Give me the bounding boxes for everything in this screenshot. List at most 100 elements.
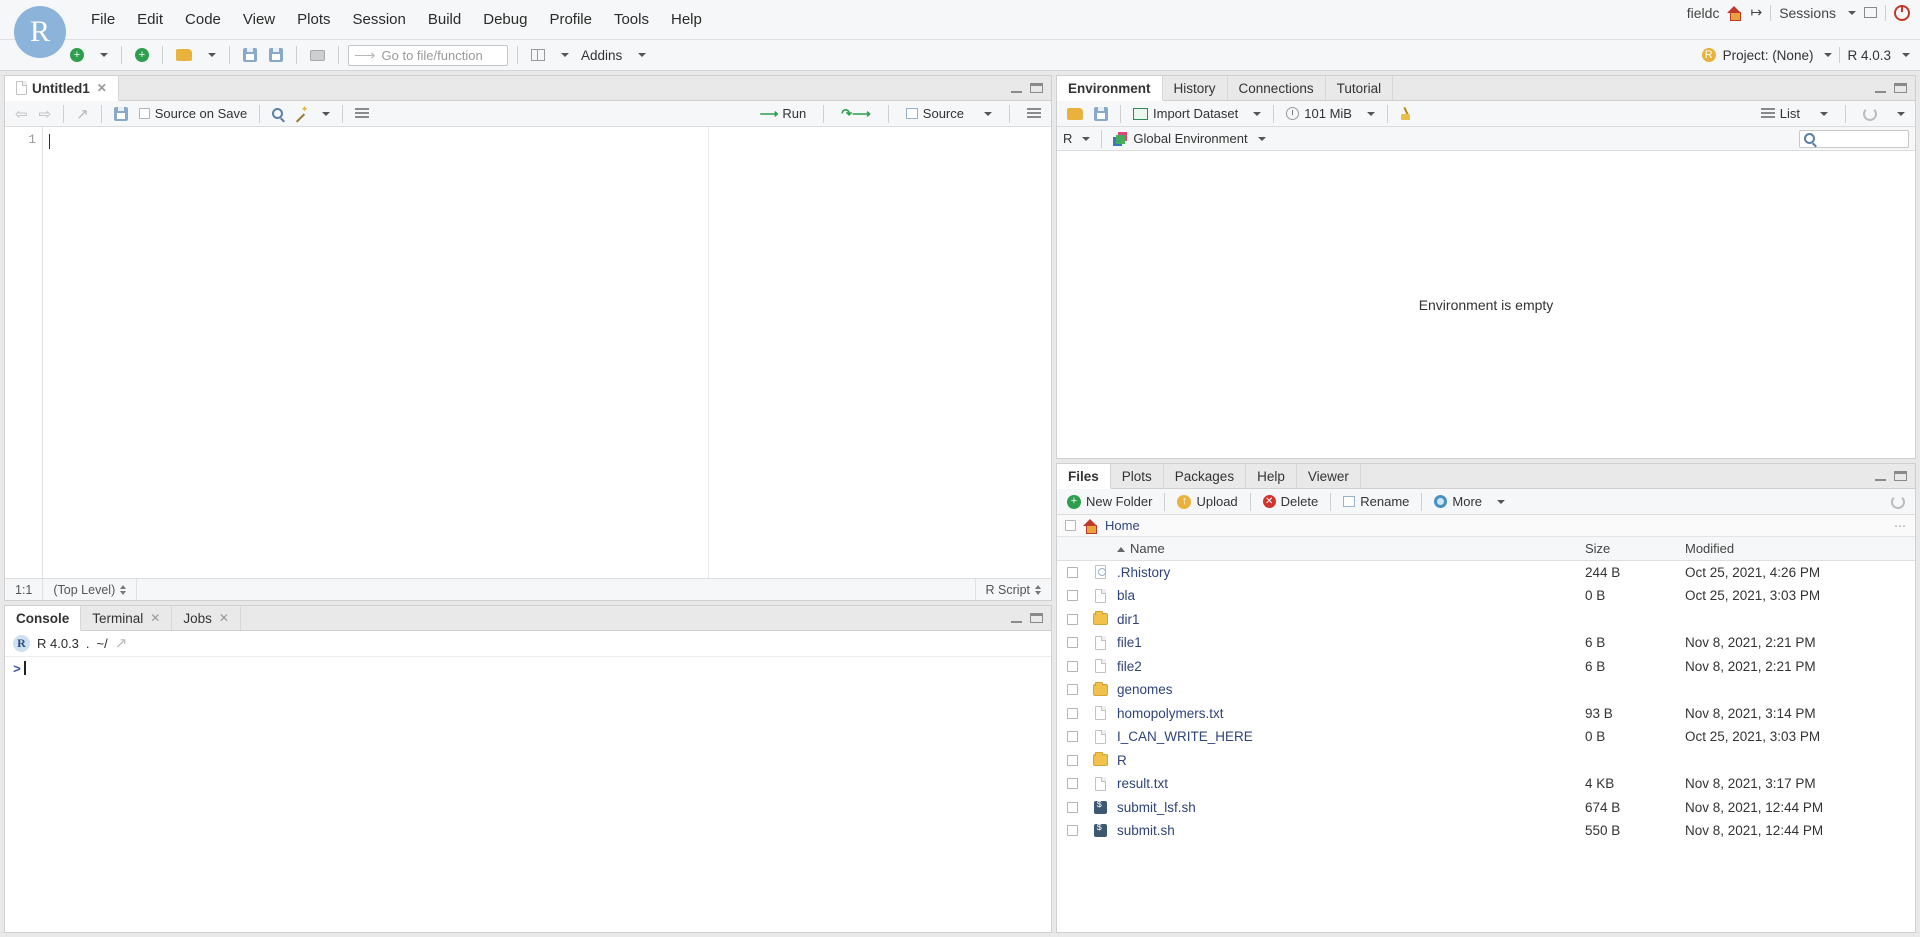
file-name[interactable]: result.txt xyxy=(1113,776,1585,791)
print-button[interactable] xyxy=(306,48,329,63)
delete-button[interactable]: ✕ Delete xyxy=(1259,492,1323,511)
minimize-icon[interactable] xyxy=(1011,84,1022,93)
global-environment-label[interactable]: Global Environment xyxy=(1133,131,1247,146)
tab-connections[interactable]: Connections xyxy=(1228,76,1326,100)
workspace-panes-dropdown[interactable] xyxy=(553,51,573,59)
table-row[interactable]: submit.sh550 B Nov 8, 2021, 12:44 PM xyxy=(1057,819,1915,843)
code-tools-button[interactable] xyxy=(290,104,311,122)
goto-file-function-input[interactable]: ⟶ Go to file/function xyxy=(348,44,508,66)
rename-button[interactable]: Rename xyxy=(1339,492,1413,511)
show-in-new-window-button[interactable]: ↗ xyxy=(72,103,93,125)
new-session-icon[interactable] xyxy=(1864,7,1877,18)
file-name[interactable]: homopolymers.txt xyxy=(1113,706,1585,721)
menu-edit[interactable]: Edit xyxy=(126,8,174,31)
back-button[interactable]: ⇦ xyxy=(11,103,32,125)
console-output[interactable]: > xyxy=(5,657,1051,932)
file-name[interactable]: submit_lsf.sh xyxy=(1113,800,1585,815)
select-all-checkbox[interactable] xyxy=(1065,520,1076,531)
save-workspace-button[interactable] xyxy=(1090,105,1112,123)
close-icon[interactable]: ✕ xyxy=(219,611,229,625)
console-working-directory[interactable]: ~/ xyxy=(97,636,108,651)
checkbox-icon[interactable] xyxy=(1066,825,1078,837)
menu-code[interactable]: Code xyxy=(174,8,232,31)
open-file-dropdown[interactable] xyxy=(200,51,220,59)
source-tab-untitled1[interactable]: Untitled1 ✕ xyxy=(5,76,119,101)
source-dropdown[interactable] xyxy=(976,110,996,118)
tab-files[interactable]: Files xyxy=(1057,464,1111,489)
tab-viewer[interactable]: Viewer xyxy=(1297,464,1361,488)
code-editor[interactable]: 1 xyxy=(5,127,1051,578)
scope-selector[interactable]: (Top Level) xyxy=(43,579,138,600)
load-workspace-button[interactable] xyxy=(1063,106,1087,122)
maximize-icon[interactable] xyxy=(1030,613,1043,623)
chevron-down-icon[interactable] xyxy=(1824,53,1833,57)
menu-build[interactable]: Build xyxy=(417,8,472,31)
quit-session-icon[interactable] xyxy=(1894,4,1910,21)
tab-plots[interactable]: Plots xyxy=(1111,464,1164,488)
sign-out-icon[interactable]: ↦ xyxy=(1750,4,1762,21)
tab-terminal[interactable]: Terminal ✕ xyxy=(81,606,173,630)
addins-dropdown[interactable] xyxy=(630,51,650,59)
menu-debug[interactable]: Debug xyxy=(472,8,538,31)
save-all-button[interactable] xyxy=(265,46,287,64)
breadcrumb-home[interactable]: Home xyxy=(1105,518,1140,533)
checkbox-icon[interactable] xyxy=(1066,566,1078,578)
run-button[interactable]: ⟶ Run xyxy=(756,104,811,124)
file-name[interactable]: I_CAN_WRITE_HERE xyxy=(1113,729,1585,744)
minimize-icon[interactable] xyxy=(1875,472,1886,481)
clear-objects-button[interactable] xyxy=(1396,105,1418,123)
column-header-name[interactable]: Name xyxy=(1113,541,1585,556)
file-name[interactable]: bla xyxy=(1113,588,1585,603)
table-row[interactable]: genomes xyxy=(1057,678,1915,702)
r-version-label[interactable]: R 4.0.3 xyxy=(1847,48,1891,63)
table-row[interactable]: bla 0 B Oct 25, 2021, 3:03 PM xyxy=(1057,584,1915,608)
file-name[interactable]: R xyxy=(1113,753,1585,768)
source-button[interactable]: Source xyxy=(902,104,968,123)
checkbox-icon[interactable] xyxy=(1066,801,1078,813)
table-row[interactable]: .Rhistory 244 B Oct 25, 2021, 4:26 PM xyxy=(1057,561,1915,585)
close-icon[interactable]: ✕ xyxy=(97,81,107,95)
maximize-icon[interactable] xyxy=(1894,83,1907,93)
refresh-environment-button[interactable] xyxy=(1859,105,1881,123)
memory-usage-dropdown[interactable] xyxy=(1359,110,1379,118)
file-name[interactable]: file1 xyxy=(1113,635,1585,650)
table-row[interactable]: file2 6 B Nov 8, 2021, 2:21 PM xyxy=(1057,655,1915,679)
menu-view[interactable]: View xyxy=(232,8,286,31)
new-project-button[interactable]: + xyxy=(131,46,153,64)
row-checkbox-cell[interactable] xyxy=(1057,684,1087,696)
file-name[interactable]: file2 xyxy=(1113,659,1585,674)
checkbox-icon[interactable] xyxy=(1066,613,1078,625)
minimize-icon[interactable] xyxy=(1875,84,1886,93)
view-mode-button[interactable]: List xyxy=(1757,104,1804,123)
import-dataset-dropdown[interactable] xyxy=(1245,110,1265,118)
column-header-size[interactable]: Size xyxy=(1585,541,1685,556)
row-checkbox-cell[interactable] xyxy=(1057,660,1087,672)
addins-button[interactable]: Addins xyxy=(577,46,626,65)
code-tools-dropdown[interactable] xyxy=(314,110,334,118)
tab-help[interactable]: Help xyxy=(1246,464,1297,488)
view-mode-dropdown[interactable] xyxy=(1812,110,1832,118)
file-name[interactable]: genomes xyxy=(1113,682,1585,697)
code-text-area[interactable] xyxy=(43,127,1051,578)
checkbox-icon[interactable] xyxy=(1066,637,1078,649)
open-file-button[interactable] xyxy=(172,47,196,63)
find-replace-button[interactable] xyxy=(268,106,287,121)
table-row[interactable]: submit_lsf.sh674 B Nov 8, 2021, 12:44 PM xyxy=(1057,796,1915,820)
memory-usage-button[interactable]: 101 MiB xyxy=(1282,104,1356,123)
more-button[interactable]: More xyxy=(1430,492,1486,511)
table-row[interactable]: R xyxy=(1057,749,1915,773)
row-checkbox-cell[interactable] xyxy=(1057,754,1087,766)
refresh-dropdown[interactable] xyxy=(1889,110,1909,118)
row-checkbox-cell[interactable] xyxy=(1057,707,1087,719)
row-checkbox-cell[interactable] xyxy=(1057,590,1087,602)
new-file-button[interactable]: + xyxy=(66,46,88,64)
row-checkbox-cell[interactable] xyxy=(1057,613,1087,625)
environment-search-input[interactable] xyxy=(1799,129,1909,148)
new-file-dropdown[interactable] xyxy=(92,51,112,59)
table-row[interactable]: homopolymers.txt 93 B Nov 8, 2021, 3:14 PM xyxy=(1057,702,1915,726)
home-icon[interactable] xyxy=(1727,6,1742,21)
table-row[interactable]: result.txt 4 KB Nov 8, 2021, 3:17 PM xyxy=(1057,772,1915,796)
maximize-icon[interactable] xyxy=(1030,83,1043,93)
file-name[interactable]: submit.sh xyxy=(1113,823,1585,838)
rerun-button[interactable]: ↷⟶ xyxy=(837,104,875,124)
